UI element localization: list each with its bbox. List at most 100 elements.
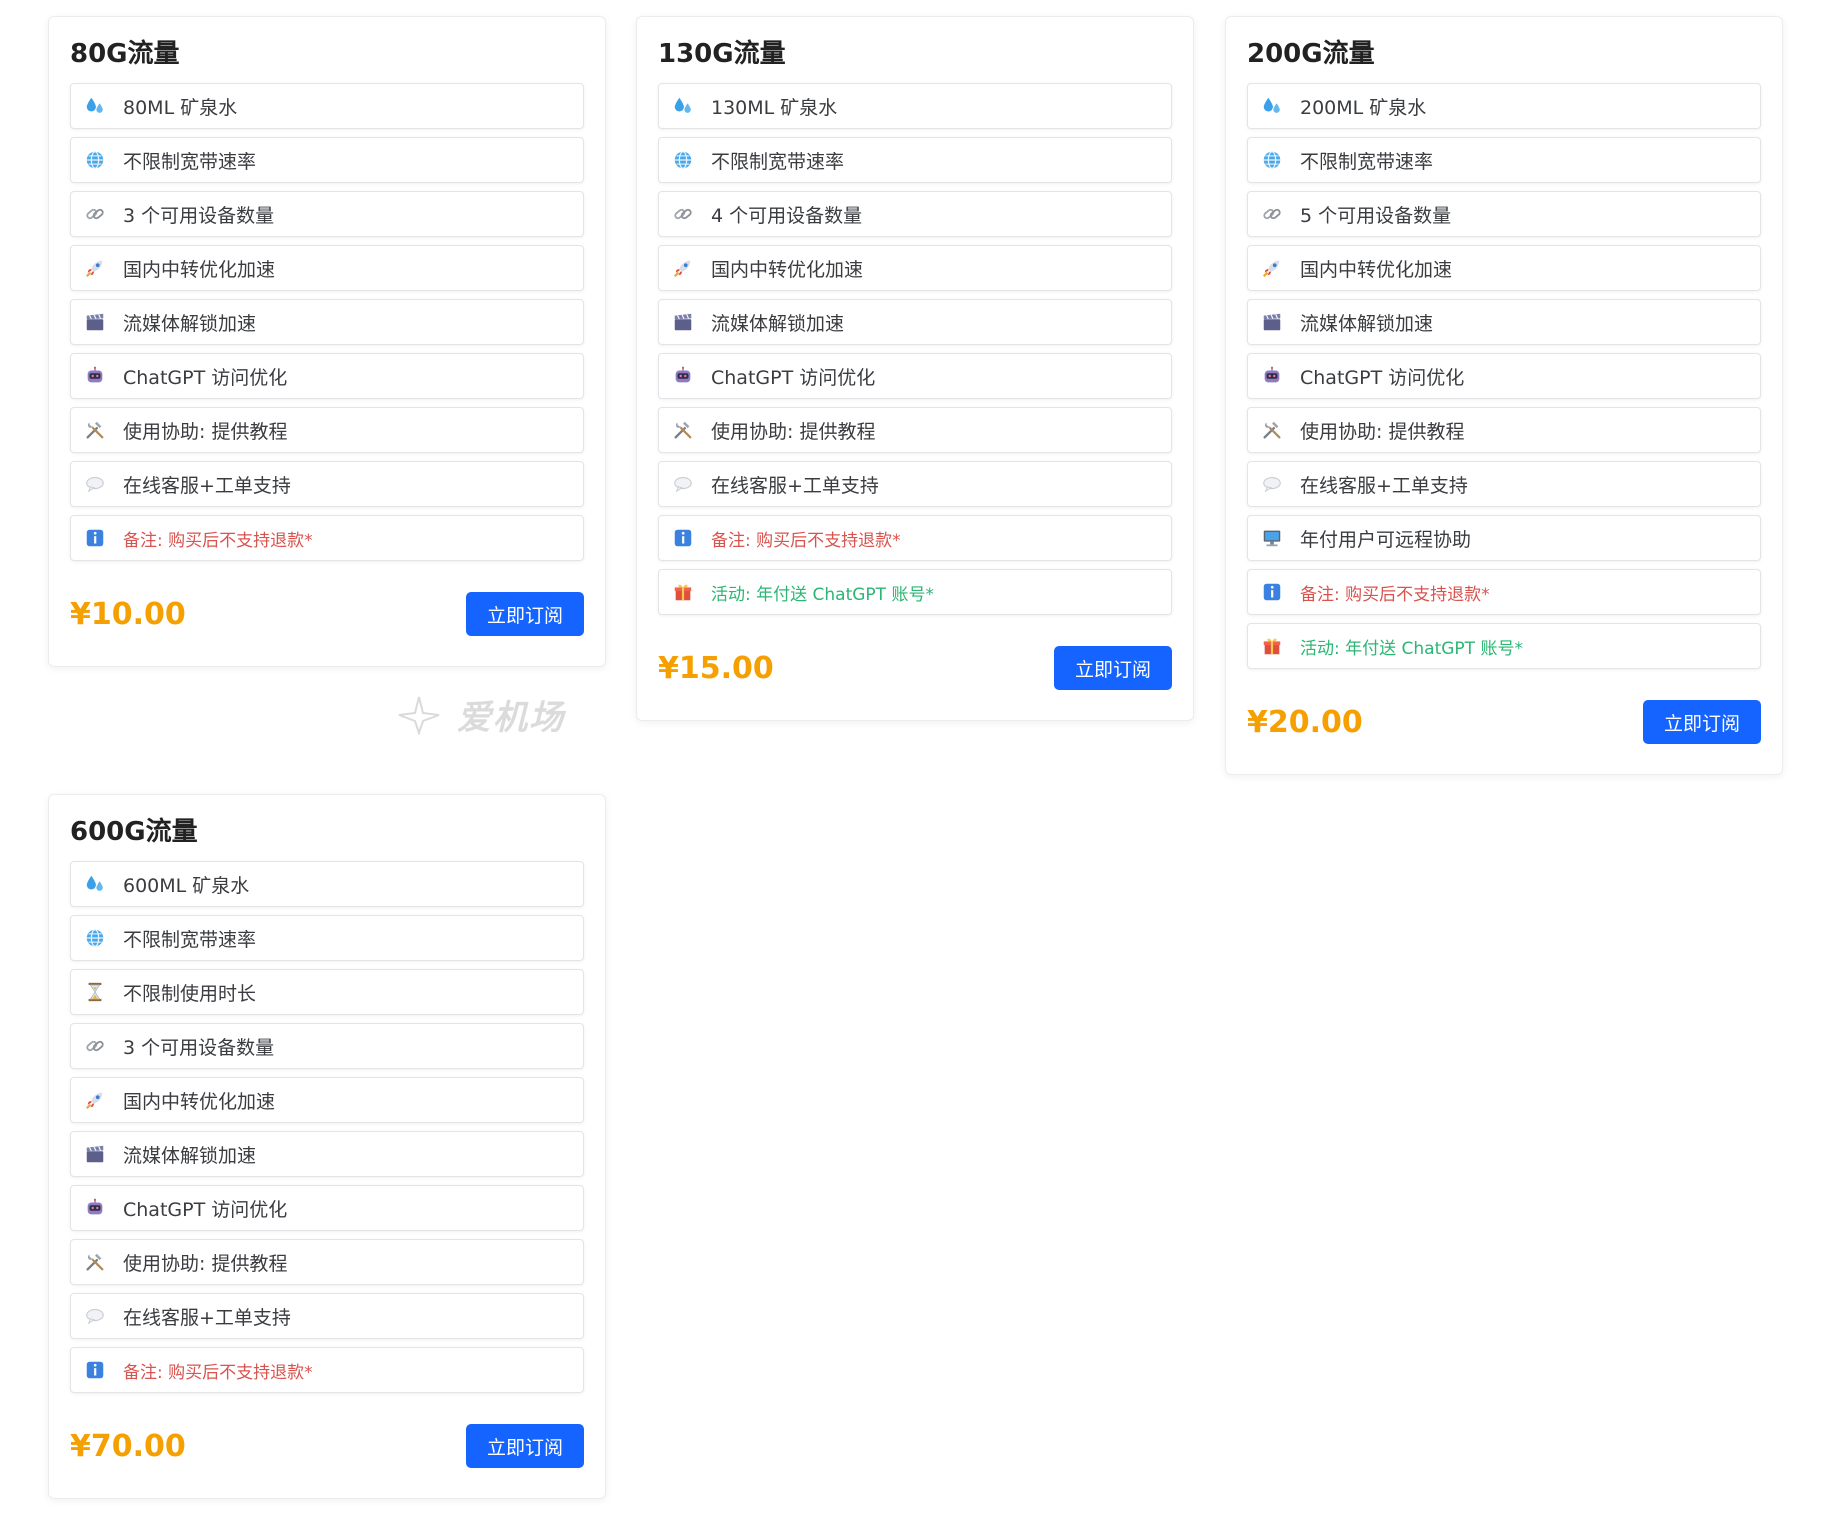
info-icon: [83, 1358, 107, 1382]
feature-text: 130ML 矿泉水: [711, 96, 838, 119]
clapper-board-icon: [83, 1142, 107, 1166]
feature-text: 80ML 矿泉水: [123, 96, 238, 119]
info-icon: [671, 526, 695, 550]
globe-icon: [83, 148, 107, 172]
subscribe-button[interactable]: 立即订阅: [1054, 646, 1172, 690]
feature-item: 3 个可用设备数量: [70, 191, 584, 237]
feature-item: 备注: 购买后不支持退款*: [70, 515, 584, 561]
feature-item: 年付用户可远程协助: [1247, 515, 1761, 561]
robot-icon: [83, 1196, 107, 1220]
globe-icon: [671, 148, 695, 172]
feature-text: 流媒体解锁加速: [123, 312, 257, 335]
feature-item: ChatGPT 访问优化: [70, 1185, 584, 1231]
feature-text: ChatGPT 访问优化: [711, 366, 876, 389]
feature-list: 130ML 矿泉水不限制宽带速率 4 个可用设备数量国内中转优化加速流媒体解锁加速…: [658, 83, 1172, 615]
plan-price: ¥70.00: [70, 1428, 186, 1464]
feature-text: 在线客服+工单支持: [711, 474, 879, 497]
feature-item: 不限制宽带速率: [70, 137, 584, 183]
feature-text: 备注: 购买后不支持退款*: [123, 1362, 313, 1383]
feature-list: 80ML 矿泉水 不限制宽带速率 3 个可用设备数量 国内中转优化加速流媒体解锁加速 C…: [70, 83, 584, 561]
price-row: ¥10.00 立即订阅: [70, 592, 584, 636]
feature-item: 在线客服+工单支持: [70, 1293, 584, 1339]
feature-text: 年付用户可远程协助: [1300, 528, 1472, 551]
subscribe-button[interactable]: 立即订阅: [466, 592, 584, 636]
feature-text: 备注: 购买后不支持退款*: [711, 530, 901, 551]
feature-item: 国内中转优化加速: [70, 245, 584, 291]
feature-item: 国内中转优化加速: [1247, 245, 1761, 291]
info-icon: [83, 526, 107, 550]
gift-icon: [671, 580, 695, 604]
feature-item: 不限制宽带速率: [658, 137, 1172, 183]
feature-item: 备注: 购买后不支持退款*: [70, 1347, 584, 1393]
feature-item: 5 个可用设备数量: [1247, 191, 1761, 237]
price-row: ¥70.00 立即订阅: [70, 1424, 584, 1468]
speech-bubble-icon: [1260, 472, 1284, 496]
feature-text: 备注: 购买后不支持退款*: [1300, 584, 1490, 605]
plan-title: 130G流量: [658, 39, 786, 69]
price-row: ¥15.00 立即订阅: [658, 646, 1172, 690]
rocket-icon: [671, 256, 695, 280]
plan-card-130g: 130G流量 130ML 矿泉水不限制宽带速率 4 个可用设备数量国内中转优化加速…: [636, 16, 1194, 721]
feature-item: 流媒体解锁加速: [70, 299, 584, 345]
feature-item: 600ML 矿泉水: [70, 861, 584, 907]
price-row: ¥20.00 立即订阅: [1247, 700, 1761, 744]
feature-item: 备注: 购买后不支持退款*: [1247, 569, 1761, 615]
feature-item: 在线客服+工单支持: [658, 461, 1172, 507]
feature-text: 流媒体解锁加速: [711, 312, 845, 335]
speech-bubble-icon: [83, 1304, 107, 1328]
tools-icon: [83, 418, 107, 442]
plan-price: ¥20.00: [1247, 704, 1363, 740]
feature-text: 不限制宽带速率: [123, 928, 257, 951]
rocket-icon: [83, 1088, 107, 1112]
link-icon: [1260, 202, 1284, 226]
tools-icon: [671, 418, 695, 442]
feature-item: 流媒体解锁加速: [1247, 299, 1761, 345]
feature-item: 使用协助: 提供教程: [70, 1239, 584, 1285]
robot-icon: [1260, 364, 1284, 388]
feature-item: 130ML 矿泉水: [658, 83, 1172, 129]
subscribe-button[interactable]: 立即订阅: [1643, 700, 1761, 744]
hourglass-icon: [83, 980, 107, 1004]
feature-text: 使用协助: 提供教程: [711, 420, 876, 443]
feature-item: 在线客服+工单支持: [1247, 461, 1761, 507]
plan-title: 600G流量: [70, 817, 198, 847]
water-drops-icon: [83, 94, 107, 118]
clapper-board-icon: [83, 310, 107, 334]
water-drops-icon: [83, 872, 107, 896]
feature-text: 活动: 年付送 ChatGPT 账号*: [711, 584, 934, 605]
feature-item: 不限制宽带速率: [1247, 137, 1761, 183]
feature-item: 使用协助: 提供教程: [1247, 407, 1761, 453]
link-icon: [83, 1034, 107, 1058]
globe-icon: [1260, 148, 1284, 172]
feature-item: 备注: 购买后不支持退款*: [658, 515, 1172, 561]
feature-text: 600ML 矿泉水: [123, 874, 250, 897]
feature-item: ChatGPT 访问优化: [658, 353, 1172, 399]
watermark-text: 爱机场: [457, 698, 565, 738]
plan-title: 80G流量: [70, 39, 180, 69]
feature-text: 200ML 矿泉水: [1300, 96, 1427, 119]
feature-item: 活动: 年付送 ChatGPT 账号*: [658, 569, 1172, 615]
feature-item: 国内中转优化加速: [658, 245, 1172, 291]
subscribe-button[interactable]: 立即订阅: [466, 1424, 584, 1468]
robot-icon: [83, 364, 107, 388]
feature-item: ChatGPT 访问优化: [1247, 353, 1761, 399]
feature-text: 使用协助: 提供教程: [123, 1252, 288, 1275]
feature-item: 流媒体解锁加速: [658, 299, 1172, 345]
feature-text: 活动: 年付送 ChatGPT 账号*: [1300, 638, 1523, 659]
feature-text: 在线客服+工单支持: [123, 474, 291, 497]
water-drops-icon: [671, 94, 695, 118]
feature-text: 在线客服+工单支持: [1300, 474, 1468, 497]
robot-icon: [671, 364, 695, 388]
feature-text: 流媒体解锁加速: [123, 1144, 257, 1167]
water-drops-icon: [1260, 94, 1284, 118]
feature-text: 不限制宽带速率: [1300, 150, 1434, 173]
plan-price: ¥10.00: [70, 596, 186, 632]
feature-item: ChatGPT 访问优化: [70, 353, 584, 399]
feature-text: 不限制宽带速率: [123, 150, 257, 173]
feature-list: 600ML 矿泉水 不限制宽带速率 不限制使用时长 3 个可用设备数量 国内中转优化加速…: [70, 861, 584, 1393]
feature-item: 不限制使用时长: [70, 969, 584, 1015]
feature-text: 4 个可用设备数量: [711, 204, 863, 227]
feature-text: ChatGPT 访问优化: [123, 1198, 288, 1221]
gift-icon: [1260, 634, 1284, 658]
feature-item: 活动: 年付送 ChatGPT 账号*: [1247, 623, 1761, 669]
